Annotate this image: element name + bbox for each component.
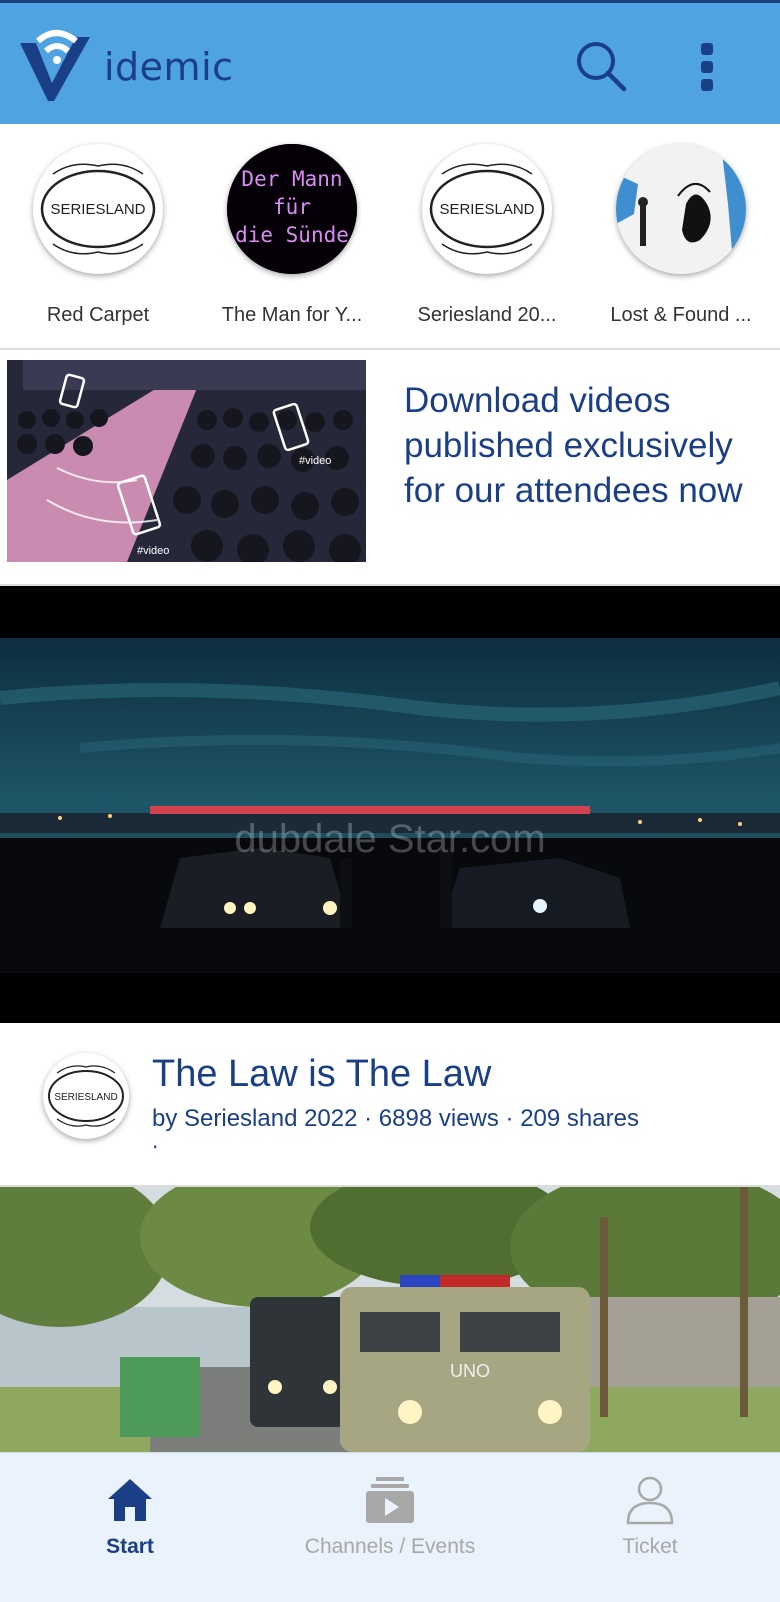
app-logo-text: idemic xyxy=(104,45,234,89)
svg-text:die Sünde: die Sünde xyxy=(235,223,349,247)
channel-name: Seriesland 20... xyxy=(417,304,557,326)
channel-avatar-text: SERIESLAND xyxy=(50,201,145,218)
channel-name: Lost & Found ... xyxy=(610,304,752,326)
video-watermark: dubdale Star.com xyxy=(234,817,545,861)
svg-text:#video: #video xyxy=(299,455,331,467)
nav-item-start[interactable]: Start xyxy=(0,1453,260,1602)
nav-item-channels-events[interactable]: Channels / Events xyxy=(260,1453,520,1602)
video-thumbnail-the-law[interactable]: dubdale Star.com xyxy=(0,586,780,1023)
bottom-navigation: Start Channels / Events Ticket xyxy=(0,1452,780,1602)
video-info[interactable]: SERIESLAND The Law is The Law by Seriesl… xyxy=(0,1023,780,1187)
home-icon xyxy=(108,1479,152,1521)
nav-item-ticket[interactable]: Ticket xyxy=(520,1453,780,1602)
svg-text:Der Mann: Der Mann xyxy=(241,167,342,191)
nav-label: Ticket xyxy=(622,1535,678,1558)
channel-avatar-text: SERIESLAND xyxy=(439,201,534,218)
video-frame: UNO xyxy=(0,1187,780,1452)
video-channel-avatar[interactable]: SERIESLAND xyxy=(43,1053,129,1139)
person-icon xyxy=(626,1476,674,1525)
svg-text:für: für xyxy=(273,195,311,219)
channel-avatar xyxy=(616,144,746,274)
channel-name: The Man for Y... xyxy=(221,304,363,326)
channel-avatar: SERIESLAND xyxy=(422,144,552,274)
svg-text:SERIESLAND: SERIESLAND xyxy=(54,1092,117,1103)
video-thumbnail-second[interactable]: UNO xyxy=(0,1187,780,1452)
nav-label: Start xyxy=(106,1535,154,1558)
channel-item-seriesland[interactable]: SERIESLAND Seriesland 20... xyxy=(397,144,577,344)
video-frame: dubdale Star.com xyxy=(0,638,780,973)
app-header: idemic xyxy=(0,0,780,124)
channel-avatar: Der Mann für die Sünde xyxy=(227,144,357,274)
svg-text:#video: #video xyxy=(137,545,169,557)
channels-play-icon xyxy=(366,1477,414,1523)
channel-carousel: SERIESLAND Red Carpet Der Mann für die S… xyxy=(0,124,780,350)
search-icon[interactable] xyxy=(574,39,630,95)
svg-text:UNO: UNO xyxy=(450,1361,490,1381)
channel-item-lost-found[interactable]: Lost & Found ... xyxy=(591,144,771,344)
video-meta-dot: · xyxy=(152,1135,159,1159)
channel-item-red-carpet[interactable]: SERIESLAND Red Carpet xyxy=(8,144,188,344)
channel-item-the-man[interactable]: Der Mann für die Sünde The Man for Y... xyxy=(202,144,382,344)
more-vertical-icon[interactable] xyxy=(694,39,730,95)
promo-banner[interactable]: #video #video Download videos published … xyxy=(0,350,780,586)
video-title[interactable]: The Law is The Law xyxy=(152,1053,491,1096)
nav-label: Channels / Events xyxy=(304,1535,476,1558)
channel-avatar: SERIESLAND xyxy=(33,144,163,274)
promo-image: #video #video xyxy=(7,360,366,562)
videmic-logo-icon[interactable] xyxy=(16,29,98,105)
promo-headline: Download videos published exclusively fo… xyxy=(404,381,743,510)
channel-name: Red Carpet xyxy=(46,304,150,326)
video-meta: by Seriesland 2022 · 6898 views · 209 sh… xyxy=(152,1105,639,1132)
